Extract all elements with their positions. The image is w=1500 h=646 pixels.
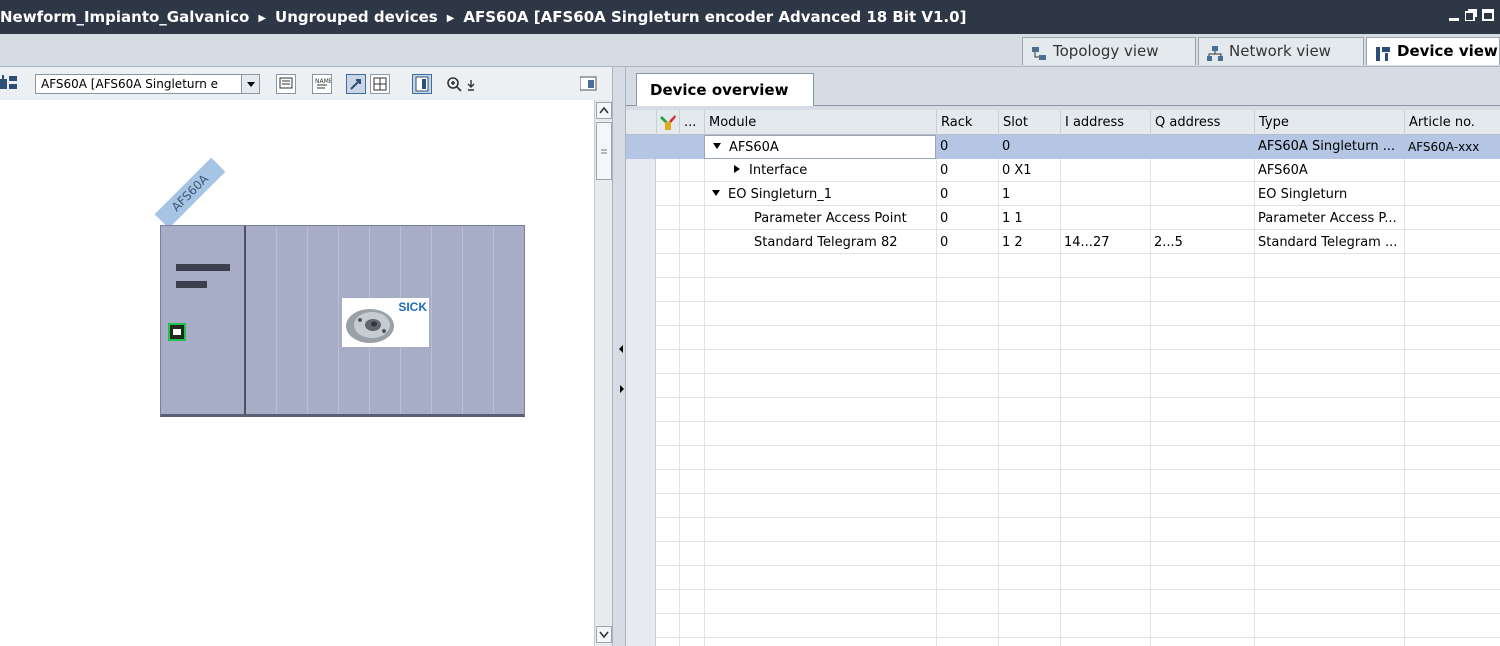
window-controls	[1443, 9, 1494, 25]
scroll-down-icon[interactable]	[596, 626, 612, 643]
column-header-dots[interactable]: ...	[679, 110, 704, 135]
breadcrumb-group[interactable]: Ungrouped devices	[275, 8, 438, 26]
module-divider	[244, 226, 246, 414]
collapse-icon[interactable]	[712, 190, 720, 196]
breadcrumb-project[interactable]: Newform_Impianto_Galvanico	[0, 8, 249, 26]
title-bar: Newform_Impianto_Galvanico ▶ Ungrouped dev…	[0, 0, 1500, 34]
table-row[interactable]: EO Singleturn_1 0 1 EO Singleturn	[626, 183, 1500, 207]
breadcrumb-separator-icon: ▶	[446, 13, 455, 24]
column-header-article-no[interactable]: Article no.	[1404, 110, 1500, 135]
view-tabs-bar: Topology view Network view Device view	[0, 34, 1500, 67]
column-header-q-address[interactable]: Q address	[1150, 110, 1254, 135]
column-header-module[interactable]: Module	[704, 110, 936, 135]
collapse-left-icon[interactable]	[619, 345, 623, 353]
device-icon	[1375, 44, 1391, 61]
vertical-scrollbar[interactable]	[594, 100, 612, 646]
tab-topology-view[interactable]: Topology view	[1022, 37, 1196, 65]
device-overview-pane: Device overview ... Module Rack Slot I a…	[626, 67, 1500, 646]
pointer-tool-button[interactable]	[346, 74, 366, 94]
column-header-type[interactable]: Type	[1254, 110, 1404, 135]
table-row[interactable]: AFS60A 0 0 AFS60A Singleturn ... AFS60A-…	[626, 135, 1500, 159]
tab-network-view[interactable]: Network view	[1198, 37, 1364, 65]
column-header-rack[interactable]: Rack	[936, 110, 998, 135]
network-icon	[1207, 44, 1223, 61]
encoder-image: SICK	[342, 298, 429, 347]
table-header: ... Module Rack Slot I address Q address…	[626, 110, 1500, 135]
device-graphic[interactable]: SICK	[160, 225, 525, 417]
scroll-up-icon[interactable]	[596, 102, 612, 119]
network-overview-icon[interactable]	[0, 75, 20, 93]
column-header-i-address[interactable]: I address	[1060, 110, 1150, 135]
expand-icon[interactable]	[734, 165, 740, 173]
breadcrumb: Newform_Impianto_Galvanico ▶ Ungrouped dev…	[0, 0, 966, 34]
pane-splitter[interactable]	[612, 67, 626, 646]
chevron-down-icon[interactable]	[241, 75, 259, 93]
device-select-dropdown[interactable]: AFS60A [AFS60A Singleturn e	[35, 74, 260, 94]
status-bar	[176, 264, 230, 271]
grid-button[interactable]	[370, 74, 390, 94]
tab-device-view[interactable]: Device view	[1366, 37, 1500, 65]
profinet-port-icon[interactable]	[168, 323, 186, 341]
svg-text:NAME: NAME	[315, 78, 331, 85]
tab-device-overview[interactable]: Device overview	[636, 73, 814, 106]
collapse-icon[interactable]	[713, 143, 721, 149]
restore-icon[interactable]	[1464, 9, 1477, 22]
table-row[interactable]: Standard Telegram 82 0 1 2 14...27 2...5…	[626, 231, 1500, 255]
table-row[interactable]: Interface 0 0 X1 AFS60A	[626, 159, 1500, 183]
collapse-right-icon[interactable]	[620, 385, 624, 393]
fit-icon[interactable]	[579, 76, 598, 92]
zoom-icon[interactable]	[446, 76, 480, 94]
diagnostics-icon	[660, 115, 676, 130]
scroll-thumb[interactable]	[596, 122, 612, 180]
table-row[interactable]: Parameter Access Point 0 1 1 Parameter A…	[626, 207, 1500, 231]
column-header-slot[interactable]: Slot	[998, 110, 1060, 135]
overview-tab-bar: Device overview	[626, 67, 1500, 110]
maximize-icon[interactable]	[1482, 9, 1494, 21]
show-names-button[interactable]: NAME	[312, 74, 333, 94]
minimize-icon[interactable]	[1448, 9, 1460, 21]
page-break-button[interactable]	[412, 74, 432, 94]
breadcrumb-device[interactable]: AFS60A [AFS60A Singleturn encoder Advanc…	[463, 8, 966, 26]
column-header-diagnostics[interactable]	[656, 110, 679, 135]
status-bar	[176, 281, 207, 288]
device-overview-table: ... Module Rack Slot I address Q address…	[626, 110, 1500, 646]
topology-icon	[1031, 44, 1047, 60]
breadcrumb-separator-icon: ▶	[258, 13, 267, 24]
show-modules-button[interactable]	[276, 74, 296, 94]
logo-text: SICK	[398, 300, 427, 314]
